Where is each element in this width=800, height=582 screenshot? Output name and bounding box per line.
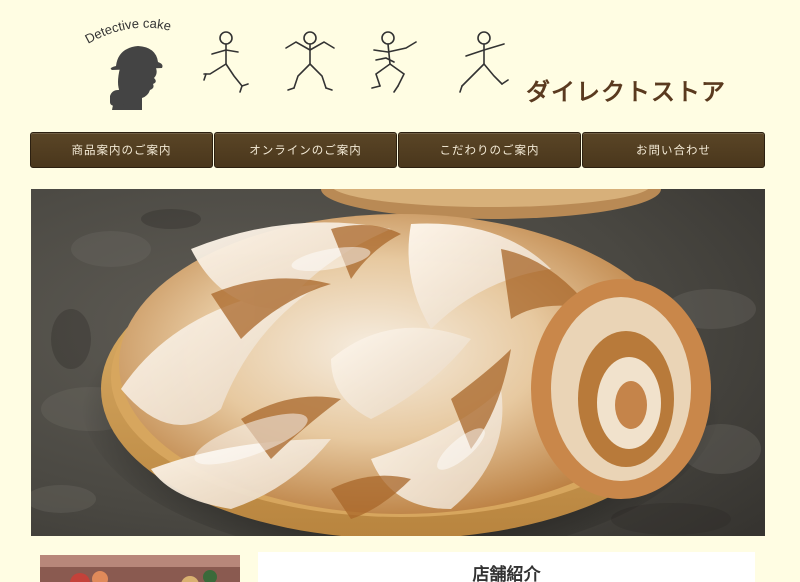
site-logo[interactable]: Detective cake bbox=[82, 14, 192, 110]
stick-figure-icon bbox=[459, 31, 509, 93]
nav-item-commitment[interactable]: こだわりのご案内 bbox=[398, 132, 581, 168]
shop-intro-section: 店舗紹介 bbox=[258, 552, 755, 582]
stick-figure-icon bbox=[203, 31, 249, 93]
shop-thumbnail bbox=[40, 555, 240, 582]
nav-item-contact[interactable]: お問い合わせ bbox=[582, 132, 765, 168]
hero-image bbox=[31, 189, 765, 536]
nav-item-online[interactable]: オンラインのご案内 bbox=[214, 132, 397, 168]
stick-figure-icon bbox=[285, 31, 335, 91]
detective-silhouette-icon bbox=[110, 46, 163, 110]
cake-thumbnail-image bbox=[40, 555, 240, 582]
page: Detective cake ダイレクトストア 商品案内のご案内 オンラインのご… bbox=[0, 0, 800, 582]
store-title: ダイレクトストア bbox=[526, 78, 726, 106]
nav-item-products[interactable]: 商品案内のご案内 bbox=[30, 132, 213, 168]
stick-figure-icon bbox=[371, 31, 417, 93]
site-header: Detective cake ダイレクトストア bbox=[0, 0, 800, 120]
meringue-tart-image bbox=[31, 189, 765, 536]
main-nav: 商品案内のご案内 オンラインのご案内 こだわりのご案内 お問い合わせ bbox=[30, 132, 765, 170]
section-title: 店舗紹介 bbox=[472, 565, 541, 582]
